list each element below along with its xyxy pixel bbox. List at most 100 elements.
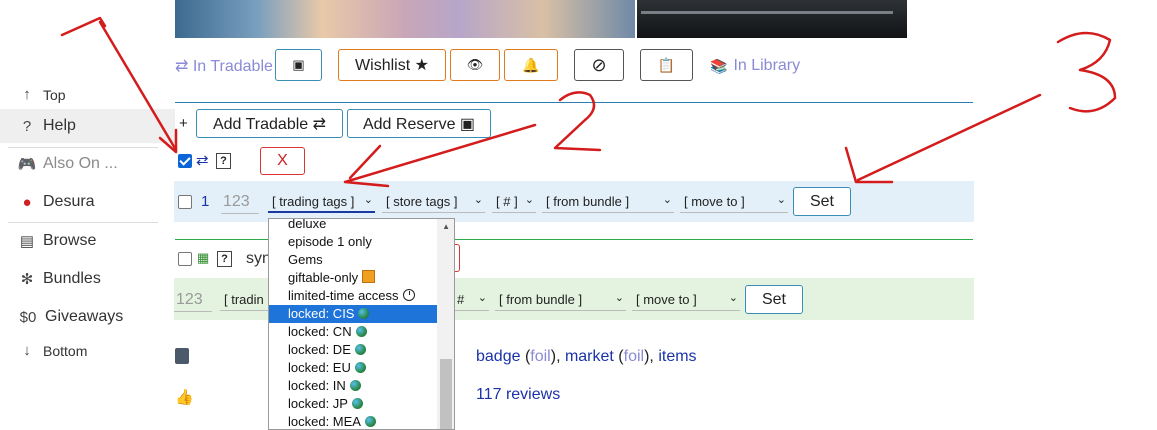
sidebar-item-label: Giveaways bbox=[45, 308, 124, 325]
watch-eye-button[interactable]: 👁 bbox=[450, 49, 500, 81]
in-library-link[interactable]: 📚 In Library bbox=[710, 57, 800, 75]
sidebar-item-help[interactable]: ? Help bbox=[0, 109, 175, 143]
clipboard-icon: 📋 bbox=[657, 56, 676, 73]
move-to-select[interactable]: [ move to ] ⌄ bbox=[632, 289, 740, 311]
set-button[interactable]: Set bbox=[745, 285, 803, 314]
row-checkbox[interactable] bbox=[178, 195, 192, 209]
badge-link[interactable]: badge bbox=[476, 348, 521, 365]
video-thumbnail[interactable] bbox=[637, 0, 907, 38]
row-checkbox[interactable] bbox=[178, 252, 192, 266]
dropdown-option-label: limited-time access bbox=[288, 288, 399, 303]
chevron-down-icon: ⌄ bbox=[776, 194, 786, 206]
trading-tags-select[interactable]: [ trading tags ] ⌄ bbox=[268, 191, 375, 213]
dropdown-option[interactable]: episode 1 only bbox=[269, 233, 437, 251]
eye-icon: 👁 bbox=[466, 57, 484, 72]
sidebar-item-label: Browse bbox=[43, 232, 97, 249]
dropdown-scrollbar[interactable]: ▲ bbox=[437, 219, 454, 429]
dropdown-option-label: locked: IN bbox=[288, 378, 346, 393]
count-select[interactable]: [ # ] ⌄ bbox=[492, 191, 536, 213]
dropdown-option[interactable]: deluxe bbox=[269, 218, 437, 233]
sidebar-item-browse[interactable]: ▤ Browse bbox=[17, 232, 96, 250]
add-tradable-button[interactable]: Add Tradable ⇄ bbox=[196, 109, 343, 138]
notify-bell-button[interactable]: 🔔 bbox=[504, 49, 558, 81]
dropdown-option[interactable]: locked: CIS bbox=[269, 305, 437, 323]
sidebar-item-label: Desura bbox=[43, 193, 95, 210]
dropdown-option[interactable]: locked: DE bbox=[269, 341, 437, 359]
separator: ), bbox=[550, 348, 565, 365]
separator: ), bbox=[644, 348, 659, 365]
market-link[interactable]: market bbox=[565, 348, 614, 365]
globe-icon bbox=[354, 362, 366, 373]
bundle-gift-icon: ▦ bbox=[197, 250, 210, 265]
quantity-input[interactable]: 123 bbox=[174, 288, 212, 312]
globe-icon bbox=[358, 308, 370, 319]
scroll-up-arrow-icon[interactable]: ▲ bbox=[442, 222, 450, 231]
in-tradable-link[interactable]: ⇄ In Tradable bbox=[175, 56, 273, 76]
dropdown-option[interactable]: locked: MEA bbox=[269, 413, 437, 429]
dropdown-option[interactable]: locked: IN bbox=[269, 377, 437, 395]
chevron-down-icon: ⌄ bbox=[614, 292, 624, 304]
globe-icon bbox=[364, 416, 376, 427]
globe-icon bbox=[351, 398, 363, 409]
ignore-button[interactable]: ⊘ bbox=[574, 49, 624, 81]
select-value: [ from bundle ] bbox=[546, 194, 630, 209]
reviews-link[interactable]: 117 reviews bbox=[476, 386, 560, 404]
select-value: [ # ] bbox=[496, 194, 518, 209]
ignore-icon: ⊘ bbox=[591, 54, 607, 75]
down-arrow-icon: ↓ bbox=[23, 342, 31, 359]
thumbs-up-icon: 👍 bbox=[175, 389, 194, 406]
from-bundle-select[interactable]: [ from bundle ] ⌄ bbox=[495, 289, 626, 311]
count-select[interactable]: # ⌄ bbox=[453, 289, 489, 311]
tradable-toggle-button[interactable]: ▣ bbox=[275, 49, 322, 81]
badge-links: badge (foil), market (foil), items bbox=[476, 348, 697, 366]
sidebar-item-also-on[interactable]: 🎮 Also On ... bbox=[17, 155, 118, 173]
trading-tags-select[interactable]: [ tradin bbox=[220, 289, 268, 311]
items-link[interactable]: items bbox=[658, 348, 696, 365]
from-bundle-select[interactable]: [ from bundle ] ⌄ bbox=[542, 191, 674, 213]
dropdown-option[interactable]: locked: JP bbox=[269, 395, 437, 413]
steam-card-icon bbox=[175, 348, 189, 364]
dropdown-option[interactable]: giftable-only bbox=[269, 269, 437, 287]
delete-x-button[interactable]: X bbox=[260, 147, 305, 175]
dropdown-option[interactable]: limited-time access bbox=[269, 287, 437, 305]
chevron-down-icon: ⌄ bbox=[662, 194, 672, 206]
dropdown-option[interactable]: locked: EU bbox=[269, 359, 437, 377]
notes-button[interactable]: 📋 bbox=[640, 49, 693, 81]
dropdown-option[interactable]: locked: CN bbox=[269, 323, 437, 341]
foil-link[interactable]: foil bbox=[530, 348, 550, 365]
dropdown-option[interactable]: Gems bbox=[269, 251, 437, 269]
sidebar-item-top[interactable]: ↑ Top bbox=[17, 86, 65, 103]
quantity-input[interactable]: 123 bbox=[221, 190, 259, 214]
dropdown-option-label: locked: MEA bbox=[288, 414, 361, 429]
sidebar-item-giveaways[interactable]: $0 Giveaways bbox=[17, 308, 124, 326]
globe-icon bbox=[355, 326, 367, 337]
separator: ( bbox=[520, 348, 531, 365]
question-icon: ? bbox=[22, 117, 32, 135]
wishlist-button[interactable]: Wishlist ★ bbox=[338, 49, 446, 81]
scrollbar-thumb[interactable] bbox=[440, 359, 452, 429]
select-value: [ trading tags ] bbox=[272, 193, 355, 209]
help-question-icon[interactable]: ? bbox=[216, 153, 231, 169]
move-to-select[interactable]: [ move to ] ⌄ bbox=[680, 191, 788, 213]
trading-tags-dropdown-list[interactable]: deluxe episode 1 only Gems giftable-only lim… bbox=[268, 218, 455, 430]
select-value: [ from bundle ] bbox=[499, 292, 583, 307]
foil-link[interactable]: foil bbox=[624, 348, 644, 365]
sidebar-item-bundles[interactable]: ✻ Bundles bbox=[17, 270, 101, 288]
add-reserve-button[interactable]: Add Reserve ▣ bbox=[347, 109, 491, 138]
select-value: [ store tags ] bbox=[386, 194, 458, 209]
clock-icon bbox=[402, 289, 415, 301]
dropdown-option-label: locked: CN bbox=[288, 324, 352, 339]
dropdown-option-label: deluxe bbox=[288, 218, 327, 231]
up-arrow-icon: ↑ bbox=[23, 86, 31, 103]
help-question-icon[interactable]: ? bbox=[217, 251, 232, 267]
zero-dollar-icon: $0 bbox=[19, 308, 37, 326]
browse-icon: ▤ bbox=[19, 233, 35, 250]
store-tags-select[interactable]: [ store tags ] ⌄ bbox=[382, 191, 485, 213]
sidebar-item-bottom[interactable]: ↓ Bottom bbox=[17, 342, 87, 359]
sidebar-item-label: Also On ... bbox=[43, 155, 118, 172]
sidebar-item-label: Bundles bbox=[43, 270, 101, 287]
set-button[interactable]: Set bbox=[793, 187, 851, 216]
sidebar-item-desura[interactable]: ● Desura bbox=[17, 193, 95, 211]
select-all-checkbox[interactable] bbox=[178, 154, 192, 168]
chevron-down-icon: ⌄ bbox=[524, 194, 534, 206]
